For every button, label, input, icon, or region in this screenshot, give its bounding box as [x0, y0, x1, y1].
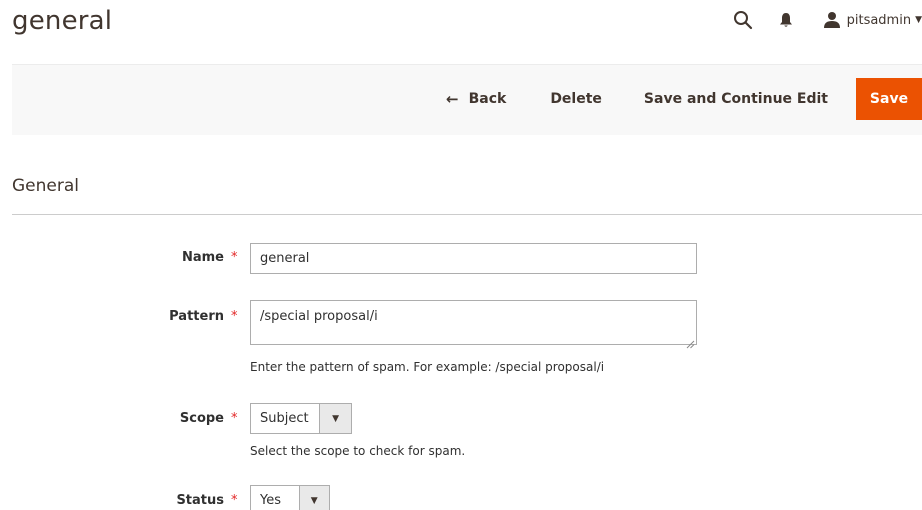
- scope-select-value: Subject: [260, 411, 309, 426]
- section-divider: [12, 214, 922, 215]
- pattern-textarea-value: /special proposal/i: [260, 309, 378, 324]
- resize-handle-icon[interactable]: [686, 334, 695, 349]
- pattern-label: Pattern: [169, 309, 224, 324]
- status-required-mark: *: [231, 493, 238, 508]
- pattern-required-mark: *: [231, 309, 238, 324]
- back-button-label: Back: [468, 91, 507, 107]
- save-button[interactable]: Save: [856, 78, 922, 120]
- action-toolbar: ← Back Delete Save and Continue Edit Sav…: [12, 64, 922, 135]
- name-label: Name: [181, 250, 224, 265]
- chevron-down-icon: ▼: [915, 15, 922, 25]
- name-input[interactable]: general: [250, 243, 697, 274]
- username: pitsadmin: [846, 12, 912, 28]
- bell-icon[interactable]: [779, 12, 793, 28]
- scope-help-text: Select the scope to check for spam.: [250, 444, 466, 458]
- scope-select[interactable]: Subject ▼: [250, 403, 352, 434]
- status-label: Status: [176, 493, 224, 508]
- pattern-textarea[interactable]: /special proposal/i: [250, 300, 697, 345]
- delete-button[interactable]: Delete: [550, 91, 602, 107]
- pattern-help-text: Enter the pattern of spam. For example: …: [250, 360, 605, 374]
- status-select-value: Yes: [260, 493, 281, 508]
- scope-required-mark: *: [231, 411, 238, 426]
- page-title: general: [12, 6, 113, 36]
- scope-label: Scope: [179, 411, 224, 426]
- section-title: General: [12, 176, 79, 196]
- chevron-down-icon: ▼: [298, 486, 329, 510]
- chevron-down-icon: ▼: [319, 404, 351, 433]
- header-actions: pitsadmin ▼: [733, 8, 922, 32]
- user-icon: [823, 11, 841, 29]
- name-input-value: general: [260, 251, 310, 266]
- arrow-left-icon: ←: [446, 90, 459, 108]
- status-select[interactable]: Yes ▼: [250, 485, 330, 510]
- toolbar-actions: ← Back Delete Save and Continue Edit Sav…: [446, 78, 922, 120]
- name-required-mark: *: [231, 250, 238, 265]
- back-button[interactable]: ← Back: [446, 90, 506, 108]
- save-and-continue-button[interactable]: Save and Continue Edit: [644, 91, 828, 107]
- page: general pitsadmin ▼ ← Back Delete Save a…: [0, 0, 922, 510]
- user-menu[interactable]: pitsadmin ▼: [823, 11, 922, 29]
- search-icon[interactable]: [733, 10, 753, 30]
